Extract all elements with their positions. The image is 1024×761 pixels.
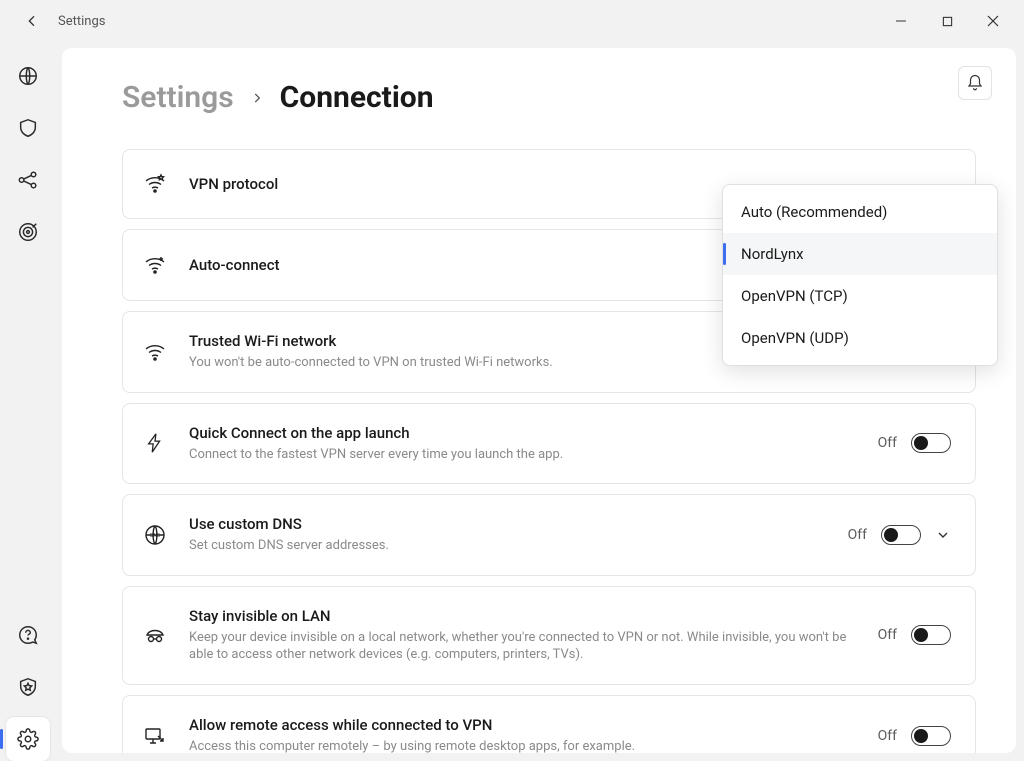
row-desc: Keep your device invisible on a local ne… [189,629,858,664]
nav-globe-icon[interactable] [6,54,50,98]
svg-text:DNS: DNS [150,533,160,539]
wifi-icon [141,338,169,366]
breadcrumb: Settings Connection [122,80,976,115]
nav-target-icon[interactable] [6,210,50,254]
toggle-state: Off [878,728,897,744]
row-desc: Access this computer remotely – by using… [189,738,858,753]
nav-mesh-icon[interactable] [6,158,50,202]
toggle-state: Off [878,435,897,451]
close-button[interactable] [970,5,1016,37]
row-desc: Set custom DNS server addresses. [189,537,828,555]
window-controls [878,5,1016,37]
nav-referral-icon[interactable] [6,665,50,709]
protocol-option-nordlynx[interactable]: NordLynx [723,233,997,275]
titlebar: Settings [0,0,1024,42]
nav-help-icon[interactable] [6,613,50,657]
sidebar [0,42,56,761]
row-custom-dns: DNS Use custom DNS Set custom DNS server… [122,494,976,576]
remote-desktop-icon [141,722,169,750]
minimize-button[interactable] [878,5,924,37]
row-title: Quick Connect on the app launch [189,424,858,442]
row-title: Stay invisible on LAN [189,607,858,625]
nav-settings-icon[interactable] [6,717,50,761]
toggle-state: Off [848,527,867,543]
row-quick-connect: Quick Connect on the app launch Connect … [122,403,976,485]
settings-panel: Settings Connection VPN protocol [62,48,1016,753]
row-lan-invisible: Stay invisible on LAN Keep your device i… [122,586,976,685]
row-remote-access: Allow remote access while connected to V… [122,695,976,753]
notifications-button[interactable] [958,66,992,100]
toggle-state: Off [878,627,897,643]
wifi-plus-icon [141,251,169,279]
back-button[interactable] [16,5,48,37]
chevron-right-icon [250,86,264,110]
protocol-option-openvpn-udp[interactable]: OpenVPN (UDP) [723,317,997,359]
nav-shield-icon[interactable] [6,106,50,150]
protocol-option-auto[interactable]: Auto (Recommended) [723,191,997,233]
protocol-option-openvpn-tcp[interactable]: OpenVPN (TCP) [723,275,997,317]
quickconnect-toggle[interactable] [911,433,951,453]
row-title: Use custom DNS [189,515,828,533]
maximize-button[interactable] [924,5,970,37]
remote-toggle[interactable] [911,726,951,746]
lan-toggle[interactable] [911,625,951,645]
breadcrumb-parent[interactable]: Settings [122,80,234,115]
wifi-star-icon [141,170,169,198]
dns-toggle[interactable] [881,525,921,545]
window-title: Settings [58,14,105,29]
row-desc: Connect to the fastest VPN server every … [189,446,858,464]
breadcrumb-current: Connection [280,80,434,115]
protocol-dropdown: Auto (Recommended) NordLynx OpenVPN (TCP… [722,184,998,366]
dns-globe-icon: DNS [141,521,169,549]
main: Settings Connection VPN protocol [56,42,1024,761]
row-title: Allow remote access while connected to V… [189,716,858,734]
lightning-icon [141,429,169,457]
incognito-icon [141,621,169,649]
chevron-down-icon[interactable] [935,527,951,543]
